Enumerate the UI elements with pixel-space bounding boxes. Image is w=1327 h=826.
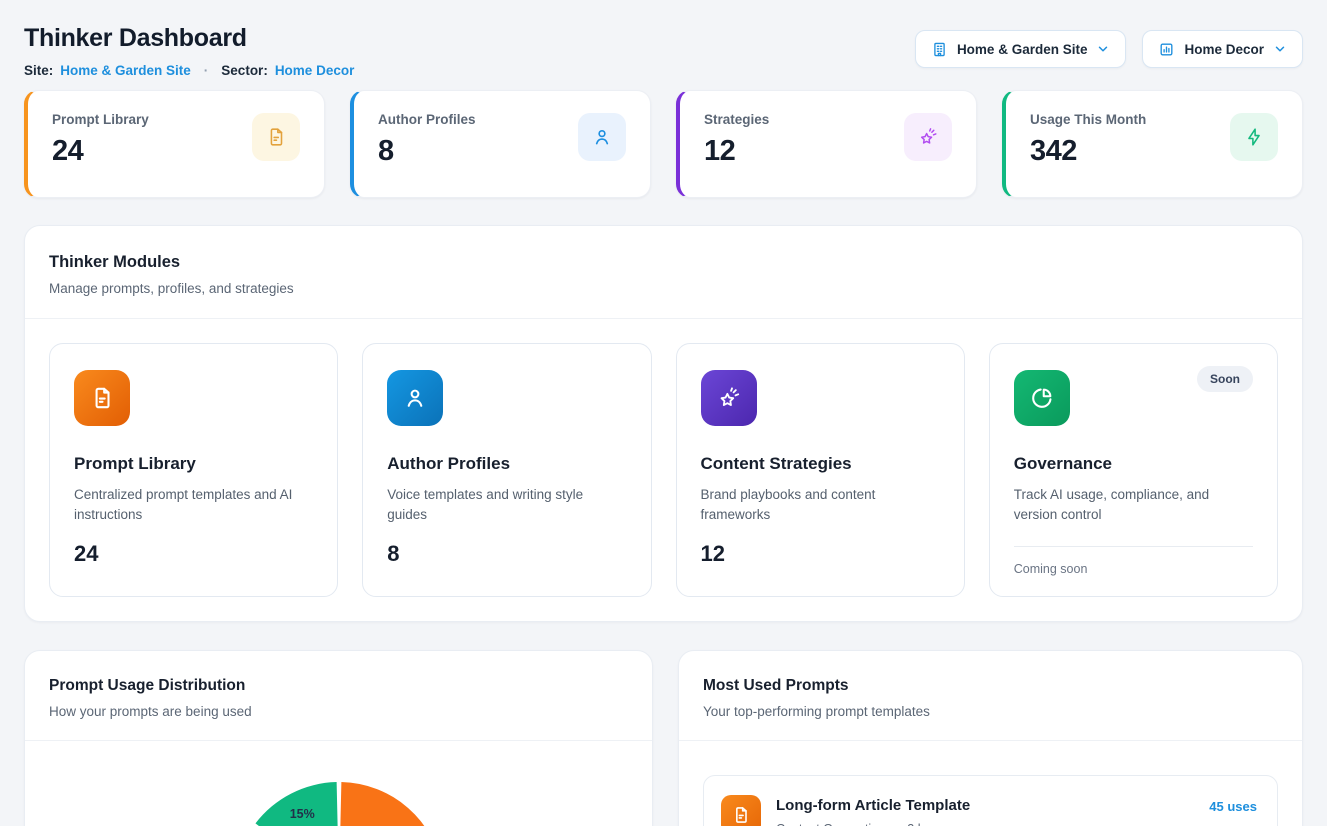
site-link[interactable]: Home & Garden Site [60,63,191,78]
stat-card-strategies: Strategies 12 [676,90,977,198]
prompt-list-item[interactable]: Long-form Article Template Content Gener… [703,775,1278,826]
module-description: Track AI usage, compliance, and version … [1014,485,1253,525]
coming-soon-text: Coming soon [1014,562,1253,576]
divider [1014,546,1253,547]
prompt-item-meta: Content Generation · 2 hours ago [776,822,973,826]
stat-text: Author Profiles 8 [378,111,476,168]
module-count: 8 [387,541,626,567]
prompts-panel-subtitle: Your top-performing prompt templates [703,704,1278,719]
sector-link[interactable]: Home Decor [275,63,355,78]
soon-badge: Soon [1197,366,1253,392]
stat-card-prompt-library: Prompt Library 24 [24,90,325,198]
stat-label: Strategies [704,111,769,127]
separator-dot: · [198,63,215,78]
breadcrumb: Site: Home & Garden Site · Sector: Home … [24,63,354,78]
prompt-item-time: 2 hours ago [907,822,973,826]
separator-dot: · [894,822,898,826]
sector-selector-label: Home Decor [1184,42,1264,57]
prompt-item-category: Content Generation [776,822,885,826]
header-selectors: Home & Garden Site Home Decor [915,30,1303,68]
stat-text: Strategies 12 [704,111,769,168]
prompt-item-title: Long-form Article Template [776,795,973,814]
sparkle-star-icon [701,370,757,426]
building-icon [931,41,948,58]
module-card-content-strategies[interactable]: Content Strategies Brand playbooks and c… [676,343,965,597]
header-text-block: Thinker Dashboard Site: Home & Garden Si… [24,24,354,78]
user-icon [578,113,626,161]
stat-value: 8 [378,135,476,168]
modules-header: Thinker Modules Manage prompts, profiles… [25,226,1302,318]
module-card-prompt-library[interactable]: Prompt Library Centralized prompt templa… [49,343,338,597]
prompt-item-text: Long-form Article Template Content Gener… [776,795,973,826]
svg-text:15%: 15% [289,807,314,821]
module-description: Centralized prompt templates and AI inst… [74,485,313,525]
dashboard-page: Thinker Dashboard Site: Home & Garden Si… [0,0,1327,826]
lightning-icon [1230,113,1278,161]
most-used-prompts-panel: Most Used Prompts Your top-performing pr… [678,650,1303,826]
module-title: Prompt Library [74,454,313,474]
module-title: Governance [1014,454,1253,474]
thinker-modules-section: Thinker Modules Manage prompts, profiles… [24,225,1303,622]
page-title: Thinker Dashboard [24,24,354,53]
divider [25,740,652,741]
stat-value: 12 [704,135,769,168]
chevron-down-icon [1273,42,1287,56]
usage-panel-title: Prompt Usage Distribution [49,677,628,695]
topbar: Thinker Dashboard Site: Home & Garden Si… [24,24,1303,78]
stat-card-usage: Usage This Month 342 [1002,90,1303,198]
prompts-panel-title: Most Used Prompts [703,677,1278,695]
donut-chart-svg: 15% [233,781,445,826]
modules-subtitle: Manage prompts, profiles, and strategies [49,281,1278,296]
site-label: Site: [24,63,53,78]
sparkle-star-icon [904,113,952,161]
module-description: Voice templates and writing style guides [387,485,626,525]
document-icon [74,370,130,426]
usage-panel-header: Prompt Usage Distribution How your promp… [25,651,652,740]
prompts-panel-header: Most Used Prompts Your top-performing pr… [679,651,1302,740]
stats-row: Prompt Library 24 Author Profiles 8 [24,90,1303,198]
stat-label: Prompt Library [52,111,149,127]
module-title: Content Strategies [701,454,940,474]
stat-label: Usage This Month [1030,111,1146,127]
site-selector-label: Home & Garden Site [957,42,1088,57]
user-icon [387,370,443,426]
module-description: Brand playbooks and content frameworks [701,485,940,525]
module-card-governance[interactable]: Soon Governance Track AI usage, complian… [989,343,1278,597]
prompt-item-uses: 45 uses [1209,795,1257,814]
modules-title: Thinker Modules [49,253,1278,272]
donut-chart: 15% [233,781,445,826]
stat-card-author-profiles: Author Profiles 8 [350,90,651,198]
stat-text: Usage This Month 342 [1030,111,1146,168]
bar-chart-icon [1158,41,1175,58]
module-title: Author Profiles [387,454,626,474]
stat-text: Prompt Library 24 [52,111,149,168]
site-selector-button[interactable]: Home & Garden Site [915,30,1127,68]
bottom-row: Prompt Usage Distribution How your promp… [24,650,1303,826]
document-icon [721,795,761,826]
sector-label: Sector: [221,63,268,78]
modules-grid: Prompt Library Centralized prompt templa… [25,319,1302,621]
stat-value: 24 [52,135,149,168]
usage-panel-subtitle: How your prompts are being used [49,704,628,719]
sector-selector-button[interactable]: Home Decor [1142,30,1303,68]
module-count: 12 [701,541,940,567]
stat-value: 342 [1030,135,1146,168]
usage-distribution-panel: Prompt Usage Distribution How your promp… [24,650,653,826]
module-card-author-profiles[interactable]: Author Profiles Voice templates and writ… [362,343,651,597]
document-icon [252,113,300,161]
prompts-list: Long-form Article Template Content Gener… [679,741,1302,826]
pie-chart-icon [1014,370,1070,426]
stat-label: Author Profiles [378,111,476,127]
chevron-down-icon [1096,42,1110,56]
module-count: 24 [74,541,313,567]
